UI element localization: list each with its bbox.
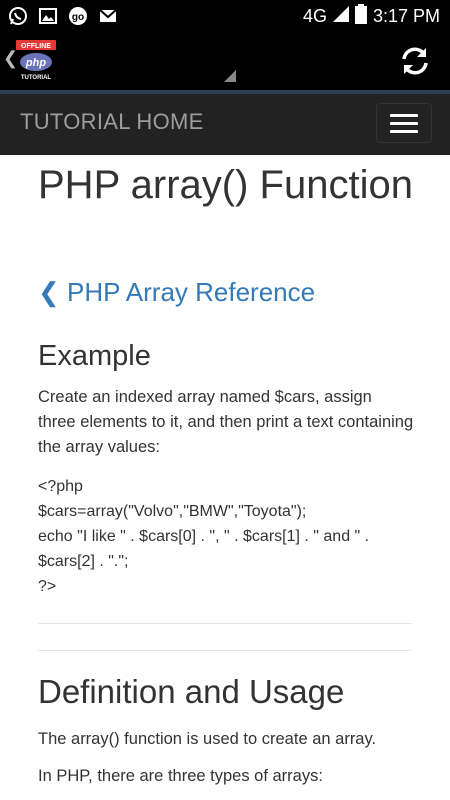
page-title: PHP array() Function [38,163,413,207]
svg-text:OFFLINE: OFFLINE [21,43,51,50]
app-logo[interactable]: OFFLINE php TUTORIAL [14,38,58,84]
clock: 3:17 PM [372,5,440,26]
array-types-text: In PHP, there are three types of arrays: [38,767,323,785]
gmail-icon [98,6,118,26]
hamburger-line-icon [390,121,418,125]
spinner-dropdown-icon[interactable] [224,70,236,82]
array-reference-link[interactable]: ❮ PHP Array Reference [38,277,315,308]
svg-text:TUTORIAL: TUTORIAL [21,75,52,81]
divider [38,650,412,651]
example-description: Create an indexed array named $cars, ass… [38,388,414,456]
signal-icon [332,5,349,27]
tutorial-home-link[interactable]: TUTORIAL HOME [20,109,204,135]
battery-icon [354,3,367,29]
hamburger-line-icon [390,113,418,117]
go-icon: go [68,6,88,26]
definition-heading: Definition and Usage [38,673,345,710]
code-example: <?php $cars=array("Volvo","BMW","Toyota"… [38,478,370,595]
divider [38,623,412,624]
whatsapp-icon [8,6,28,26]
hamburger-line-icon [390,129,418,133]
image-icon [38,6,58,26]
example-heading: Example [38,340,151,372]
network-type: 4G [302,5,327,26]
refresh-icon[interactable] [398,44,432,78]
definition-text: The array() function is used to create a… [38,730,377,748]
svg-text:php: php [25,57,46,69]
svg-text:go: go [72,12,84,23]
status-bar: go 4G 3:17 PM [0,0,450,32]
menu-toggle-button[interactable] [376,103,432,143]
app-title[interactable]: PHP TUTORIAL [75,49,226,72]
